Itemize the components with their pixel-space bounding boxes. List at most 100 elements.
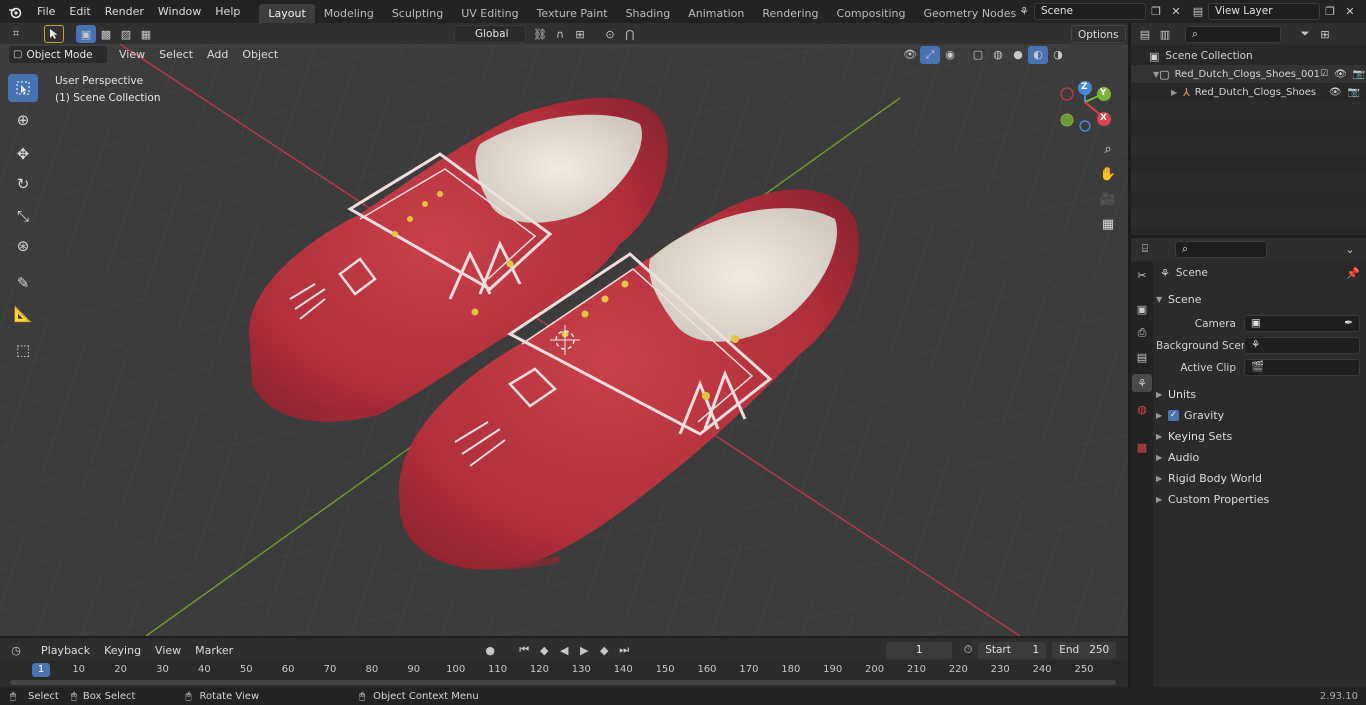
tool-tab-icon[interactable]: ✂	[1132, 266, 1152, 284]
snap-target-icon[interactable]: ⊞	[570, 25, 590, 43]
tab-animation[interactable]: Animation	[679, 4, 753, 23]
select-extend-icon[interactable]: ▩	[96, 25, 116, 43]
view-layer-tab-icon[interactable]: ▤	[1132, 348, 1152, 366]
view-layer-field[interactable]: View Layer	[1208, 3, 1320, 20]
camera-render-icon[interactable]: 📷	[1348, 87, 1360, 98]
render-tab-icon[interactable]: ▣	[1132, 300, 1152, 318]
eye-icon[interactable]: 👁	[1334, 69, 1347, 80]
menu-window[interactable]: Window	[151, 0, 208, 23]
collapse-arrow-icon[interactable]: ▶	[1171, 88, 1183, 97]
start-frame-field[interactable]: Start 1	[978, 641, 1047, 659]
jump-end-icon[interactable]: ⏭	[614, 641, 634, 659]
menu-render[interactable]: Render	[98, 0, 151, 23]
xray-icon[interactable]: ▢	[968, 46, 988, 64]
timeline-editor-type-icon[interactable]: ◷	[6, 641, 26, 659]
measure-tool-icon[interactable]: 📐	[8, 300, 38, 328]
menu-file[interactable]: File	[30, 0, 62, 23]
mode-dropdown[interactable]: ▢ Object Mode	[9, 46, 107, 63]
stopwatch-icon[interactable]: ⏱	[958, 641, 978, 659]
camera-render-icon[interactable]: 📷	[1353, 69, 1365, 80]
scene-section-header[interactable]: ▼ Scene	[1156, 289, 1364, 310]
custom-properties-panel[interactable]: ▶ Custom Properties	[1156, 489, 1364, 510]
select-tool-icon[interactable]	[44, 25, 64, 43]
close-view-layer-icon[interactable]: ✕	[1340, 3, 1360, 21]
pan-hand-icon[interactable]: ✋	[1098, 167, 1118, 187]
rigid-body-world-panel[interactable]: ▶ Rigid Body World	[1156, 468, 1364, 489]
options-dropdown[interactable]: Options	[1071, 25, 1126, 43]
display-mode-icon[interactable]: ▥	[1155, 25, 1175, 43]
outliner-row-collection[interactable]: ▼ ▢ Red_Dutch_Clogs_Shoes_001 ☑ 👁 📷	[1131, 65, 1366, 83]
view-layer-icon[interactable]: ▤	[1188, 3, 1208, 21]
tab-geometry-nodes[interactable]: Geometry Nodes	[914, 4, 1025, 23]
move-tool-icon[interactable]: ✥	[8, 140, 38, 168]
outliner-editor-type-icon[interactable]: ▤	[1135, 25, 1155, 43]
output-tab-icon[interactable]: ⎙	[1132, 324, 1152, 342]
active-clip-field[interactable]: 🎬	[1244, 359, 1360, 376]
prev-keyframe-icon[interactable]: ◆	[534, 641, 554, 659]
falloff-icon[interactable]: ⋂	[620, 25, 640, 43]
tab-sculpting[interactable]: Sculpting	[383, 4, 452, 23]
gravity-panel[interactable]: ▶ ✓ Gravity	[1156, 405, 1364, 426]
outliner-search-input[interactable]: ⌕	[1185, 25, 1281, 43]
proportional-edit-icon[interactable]: ⊙	[600, 25, 620, 43]
background-scene-field[interactable]: ⚘	[1244, 337, 1360, 354]
menu-marker[interactable]: Marker	[188, 639, 240, 662]
menu-select[interactable]: Select	[152, 46, 200, 63]
solid-shading-icon[interactable]: ●	[1008, 46, 1028, 64]
camera-field[interactable]: ▣ ✒	[1244, 315, 1360, 332]
cursor-tool-icon[interactable]: ⊕	[8, 106, 38, 134]
select-intersect-icon[interactable]: ▦	[136, 25, 156, 43]
properties-editor-type-icon[interactable]: ⌸	[1135, 240, 1155, 258]
gravity-checkbox[interactable]: ✓	[1168, 410, 1179, 421]
transform-orientation-dropdown[interactable]: Global	[454, 25, 526, 43]
visibility-icon[interactable]: 👁	[900, 46, 920, 64]
keying-sets-panel[interactable]: ▶ Keying Sets	[1156, 426, 1364, 447]
select-box-tool-icon[interactable]	[8, 74, 38, 102]
transform-tool-icon[interactable]: ⊛	[8, 232, 38, 260]
properties-search-input[interactable]: ⌕	[1175, 240, 1267, 258]
checkbox-icon[interactable]: ☑	[1320, 69, 1328, 79]
zoom-icon[interactable]: ⌕	[1098, 142, 1118, 162]
record-icon[interactable]: ●	[480, 641, 500, 659]
outliner-row-object[interactable]: ▶ ⅄ Red_Dutch_Clogs_Shoes 👁 📷	[1131, 83, 1366, 101]
camera-view-icon[interactable]: 🎥	[1098, 192, 1118, 212]
outliner-root-row[interactable]: ▣ Scene Collection	[1149, 47, 1253, 65]
menu-timeline-view[interactable]: View	[148, 639, 188, 662]
tab-rendering[interactable]: Rendering	[753, 4, 827, 23]
units-panel[interactable]: ▶ Units	[1156, 384, 1364, 405]
3d-viewport[interactable]: Z Y X User Perspective (1) Scene Collect…	[0, 44, 1128, 636]
scale-tool-icon[interactable]: ⤡	[8, 202, 38, 230]
menu-object[interactable]: Object	[235, 46, 285, 63]
filter-icon[interactable]: ⏷	[1295, 25, 1315, 43]
copy-view-layer-icon[interactable]: ❐	[1320, 3, 1340, 21]
tab-layout[interactable]: Layout	[259, 4, 315, 23]
menu-playback[interactable]: Playback	[34, 639, 97, 662]
tab-compositing[interactable]: Compositing	[828, 4, 915, 23]
scene-icon[interactable]: ⚘	[1014, 3, 1034, 21]
next-keyframe-icon[interactable]: ◆	[594, 641, 614, 659]
annotate-tool-icon[interactable]: ✎	[8, 269, 38, 297]
rotate-tool-icon[interactable]: ↻	[8, 170, 38, 198]
overlay-icon[interactable]: ◉	[940, 46, 960, 64]
menu-view[interactable]: View	[112, 46, 152, 63]
audio-panel[interactable]: ▶ Audio	[1156, 447, 1364, 468]
select-subtract-icon[interactable]: ▨	[116, 25, 136, 43]
eyedropper-icon[interactable]: ✒	[1344, 316, 1353, 331]
jump-start-icon[interactable]: ⏮	[514, 641, 534, 659]
menu-edit[interactable]: Edit	[62, 0, 97, 23]
editor-type-icon[interactable]: ⌗	[6, 25, 26, 43]
eye-icon[interactable]: 👁	[1329, 87, 1342, 98]
current-frame-field[interactable]: 1	[886, 641, 953, 659]
scene-name-field[interactable]: Scene	[1034, 3, 1146, 20]
play-icon[interactable]: ▶	[574, 641, 594, 659]
material-shading-icon[interactable]: ◐	[1028, 45, 1048, 64]
tab-modeling[interactable]: Modeling	[315, 4, 383, 23]
tab-texture-paint[interactable]: Texture Paint	[528, 4, 617, 23]
select-new-icon[interactable]: ▣	[76, 25, 96, 43]
tab-shading[interactable]: Shading	[617, 4, 680, 23]
menu-keying[interactable]: Keying	[97, 639, 148, 662]
frame-ruler[interactable]: 1 10 20 30 40 50 60 70 80 90 100 110 120 130 140 150 160…	[0, 662, 1128, 680]
texture-tab-icon[interactable]: ▩	[1132, 438, 1152, 456]
editor-type-selector[interactable]: ⌗	[6, 25, 26, 43]
blender-logo-icon[interactable]	[0, 3, 30, 21]
